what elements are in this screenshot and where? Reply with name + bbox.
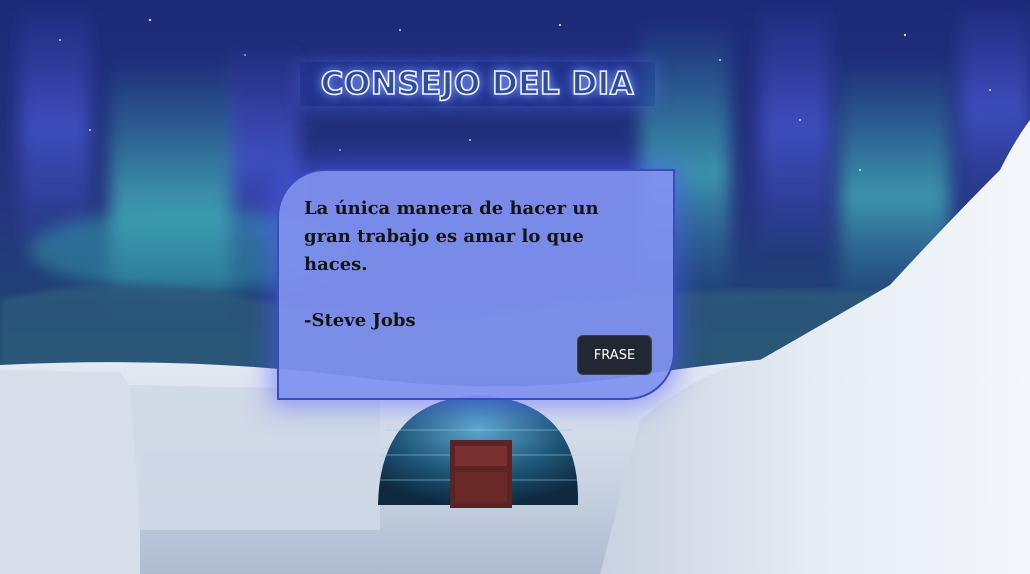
page: CONSEJO DEL DIA La única manera de hacer… [0, 0, 1030, 574]
page-title: CONSEJO DEL DIA [300, 62, 655, 106]
quote-author: -Steve Jobs [304, 310, 416, 331]
quote-card: La única manera de hacer un gran trabajo… [277, 169, 675, 400]
frase-button[interactable]: FRASE [577, 335, 652, 375]
quote-text: La única manera de hacer un gran trabajo… [304, 198, 599, 275]
